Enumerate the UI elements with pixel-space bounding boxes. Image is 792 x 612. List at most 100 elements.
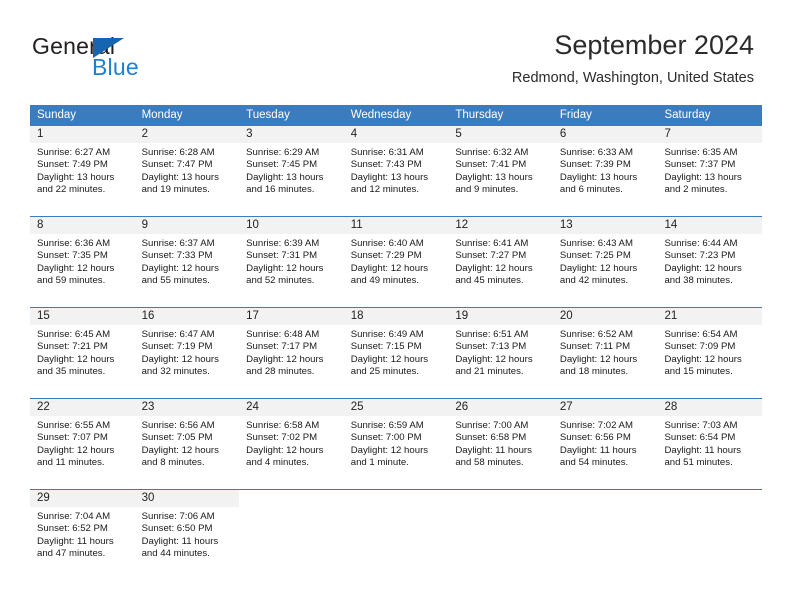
daylight-text-line2: and 52 minutes. xyxy=(246,275,315,287)
day-number xyxy=(657,490,763,507)
weekday-header-row: Sunday Monday Tuesday Wednesday Thursday Frid… xyxy=(30,105,762,126)
calendar-day-cell[interactable]: 15 Sunrise: 6:45 AM Sunset: 7:21 PM Dayligh… xyxy=(30,308,135,389)
daylight-text-line2: and 11 minutes. xyxy=(37,457,105,469)
calendar-day-cell[interactable]: 28 Sunrise: 7:03 AM Sunset: 6:54 PM Dayligh… xyxy=(657,399,763,480)
sunrise-text: Sunrise: 6:48 AM xyxy=(246,329,320,340)
sunrise-text: Sunrise: 6:54 AM xyxy=(664,329,738,340)
calendar-day-cell[interactable]: 14 Sunrise: 6:44 AM Sunset: 7:23 PM Dayligh… xyxy=(657,217,763,298)
day-number: 3 xyxy=(239,126,344,143)
daylight-text-line1: Daylight: 11 hours xyxy=(141,535,219,547)
calendar-day-cell[interactable]: 22 Sunrise: 6:55 AM Sunset: 7:07 PM Dayligh… xyxy=(30,399,135,480)
day-number: 28 xyxy=(657,399,763,416)
calendar-day-cell[interactable]: 27 Sunrise: 7:02 AM Sunset: 6:56 PM Dayligh… xyxy=(552,399,658,480)
calendar-day-cell[interactable]: 17 Sunrise: 6:48 AM Sunset: 7:17 PM Dayligh… xyxy=(239,308,344,389)
daylight-text-line1: Daylight: 12 hours xyxy=(37,444,115,456)
daylight-text-line1: Daylight: 11 hours xyxy=(37,535,114,547)
calendar-day-cell[interactable]: 8 Sunrise: 6:36 AM Sunset: 7:35 PM Daylight… xyxy=(30,217,135,298)
calendar-day-cell[interactable]: 10 Sunrise: 6:39 AM Sunset: 7:31 PM Dayligh… xyxy=(239,217,344,298)
calendar-day-cell-empty xyxy=(448,490,553,571)
general-blue-logo[interactable]: General Blue xyxy=(32,33,252,85)
calendar-day-cell[interactable]: 30 Sunrise: 7:06 AM Sunset: 6:50 PM Dayligh… xyxy=(134,490,240,571)
calendar-day-cell-empty xyxy=(657,490,763,571)
calendar-day-cell[interactable]: 21 Sunrise: 6:54 AM Sunset: 7:09 PM Dayligh… xyxy=(657,308,763,389)
sunset-text: Sunset: 7:07 PM xyxy=(37,432,108,444)
day-number: 21 xyxy=(657,308,763,325)
sunset-text: Sunset: 7:05 PM xyxy=(141,432,213,444)
calendar-day-cell[interactable]: 4 Sunrise: 6:31 AM Sunset: 7:43 PM Daylight… xyxy=(343,126,449,207)
sunrise-text: Sunrise: 6:44 AM xyxy=(664,238,738,249)
weekday-header-monday: Monday xyxy=(141,109,183,121)
day-sun-info xyxy=(344,507,449,511)
sunset-text: Sunset: 7:19 PM xyxy=(141,341,213,353)
daylight-text-line2: and 25 minutes. xyxy=(350,366,420,378)
sunset-text: Sunset: 7:29 PM xyxy=(350,250,422,262)
calendar-day-cell[interactable]: 11 Sunrise: 6:40 AM Sunset: 7:29 PM Dayligh… xyxy=(343,217,449,298)
day-sun-info xyxy=(448,507,553,511)
calendar-day-cell[interactable]: 25 Sunrise: 6:59 AM Sunset: 7:00 PM Dayligh… xyxy=(343,399,449,480)
calendar-day-cell[interactable]: 24 Sunrise: 6:58 AM Sunset: 7:02 PM Dayligh… xyxy=(239,399,344,480)
sunrise-text: Sunrise: 7:00 AM xyxy=(455,420,529,431)
day-sun-info: Sunrise: 6:32 AM Sunset: 7:41 PM Daylight:… xyxy=(448,143,553,197)
calendar-day-cell[interactable]: 29 Sunrise: 7:04 AM Sunset: 6:52 PM Dayligh… xyxy=(30,490,135,571)
day-sun-info: Sunrise: 6:27 AM Sunset: 7:49 PM Daylight:… xyxy=(30,143,135,197)
daylight-text-line2: and 54 minutes. xyxy=(559,457,629,469)
calendar-day-cell[interactable]: 7 Sunrise: 6:35 AM Sunset: 7:37 PM Daylight… xyxy=(657,126,763,207)
day-number: 19 xyxy=(448,308,553,325)
calendar-day-cell-empty xyxy=(343,490,449,571)
sunset-text: Sunset: 7:25 PM xyxy=(559,250,631,262)
daylight-text-line1: Daylight: 11 hours xyxy=(664,444,742,456)
sunrise-text: Sunrise: 6:56 AM xyxy=(141,420,215,431)
day-number: 10 xyxy=(239,217,344,234)
day-number xyxy=(239,490,344,507)
calendar-day-cell-empty xyxy=(239,490,344,571)
calendar-day-cell[interactable]: 18 Sunrise: 6:49 AM Sunset: 7:15 PM Dayligh… xyxy=(343,308,449,389)
sunset-text: Sunset: 6:58 PM xyxy=(455,432,527,444)
day-sun-info: Sunrise: 6:28 AM Sunset: 7:47 PM Daylight:… xyxy=(135,143,240,197)
sunrise-text: Sunrise: 6:47 AM xyxy=(141,329,215,340)
calendar-day-cell[interactable]: 23 Sunrise: 6:56 AM Sunset: 7:05 PM Dayligh… xyxy=(134,399,240,480)
calendar-day-cell[interactable]: 12 Sunrise: 6:41 AM Sunset: 7:27 PM Dayligh… xyxy=(448,217,553,298)
day-sun-info: Sunrise: 6:58 AM Sunset: 7:02 PM Daylight:… xyxy=(239,416,344,470)
calendar-day-cell[interactable]: 9 Sunrise: 6:37 AM Sunset: 7:33 PM Daylight… xyxy=(134,217,240,298)
day-number: 25 xyxy=(343,399,449,416)
day-sun-info: Sunrise: 6:43 AM Sunset: 7:25 PM Daylight:… xyxy=(553,234,658,288)
daylight-text-line1: Daylight: 13 hours xyxy=(246,171,324,183)
day-number: 20 xyxy=(552,308,658,325)
calendar-weeks: 1 Sunrise: 6:27 AM Sunset: 7:49 PM Daylight… xyxy=(30,126,763,571)
calendar-day-cell[interactable]: 19 Sunrise: 6:51 AM Sunset: 7:13 PM Dayligh… xyxy=(448,308,553,389)
daylight-text-line1: Daylight: 12 hours xyxy=(664,262,742,274)
calendar-day-cell[interactable]: 1 Sunrise: 6:27 AM Sunset: 7:49 PM Daylight… xyxy=(30,126,135,207)
sunrise-text: Sunrise: 6:27 AM xyxy=(37,147,111,158)
day-number: 29 xyxy=(30,490,135,507)
sunrise-text: Sunrise: 6:59 AM xyxy=(350,420,424,431)
daylight-text-line2: and 51 minutes. xyxy=(664,457,733,469)
day-number: 18 xyxy=(343,308,449,325)
day-number: 26 xyxy=(448,399,553,416)
calendar-day-cell[interactable]: 20 Sunrise: 6:52 AM Sunset: 7:11 PM Dayligh… xyxy=(552,308,658,389)
daylight-text-line2: and 55 minutes. xyxy=(141,275,210,287)
daylight-text-line1: Daylight: 12 hours xyxy=(37,262,115,274)
calendar-day-cell[interactable]: 5 Sunrise: 6:32 AM Sunset: 7:41 PM Daylight… xyxy=(448,126,553,207)
daylight-text-line1: Daylight: 12 hours xyxy=(559,262,638,274)
day-sun-info: Sunrise: 6:54 AM Sunset: 7:09 PM Daylight:… xyxy=(657,325,762,379)
sunrise-text: Sunrise: 6:29 AM xyxy=(246,147,320,158)
calendar-day-cell[interactable]: 2 Sunrise: 6:28 AM Sunset: 7:47 PM Daylight… xyxy=(134,126,240,207)
calendar-page: General Blue September 2024 Redmond, Was… xyxy=(0,0,792,612)
daylight-text-line1: Daylight: 11 hours xyxy=(455,444,532,456)
calendar-day-cell[interactable]: 3 Sunrise: 6:29 AM Sunset: 7:45 PM Daylight… xyxy=(239,126,344,207)
daylight-text-line1: Daylight: 12 hours xyxy=(664,353,742,365)
calendar-day-cell[interactable]: 16 Sunrise: 6:47 AM Sunset: 7:19 PM Dayligh… xyxy=(134,308,240,389)
calendar-day-cell[interactable]: 6 Sunrise: 6:33 AM Sunset: 7:39 PM Daylight… xyxy=(552,126,658,207)
day-number: 24 xyxy=(239,399,344,416)
day-number: 15 xyxy=(30,308,135,325)
sunrise-text: Sunrise: 6:36 AM xyxy=(37,238,111,249)
sunset-text: Sunset: 7:09 PM xyxy=(664,341,736,353)
sunset-text: Sunset: 6:56 PM xyxy=(559,432,631,444)
day-number: 22 xyxy=(30,399,135,416)
calendar-day-cell[interactable]: 26 Sunrise: 7:00 AM Sunset: 6:58 PM Dayligh… xyxy=(448,399,553,480)
day-sun-info: Sunrise: 7:03 AM Sunset: 6:54 PM Daylight:… xyxy=(657,416,762,470)
day-sun-info: Sunrise: 6:41 AM Sunset: 7:27 PM Daylight:… xyxy=(448,234,553,288)
calendar-day-cell[interactable]: 13 Sunrise: 6:43 AM Sunset: 7:25 PM Dayligh… xyxy=(552,217,658,298)
daylight-text-line2: and 9 minutes. xyxy=(455,184,519,196)
sunrise-text: Sunrise: 6:51 AM xyxy=(455,329,529,340)
